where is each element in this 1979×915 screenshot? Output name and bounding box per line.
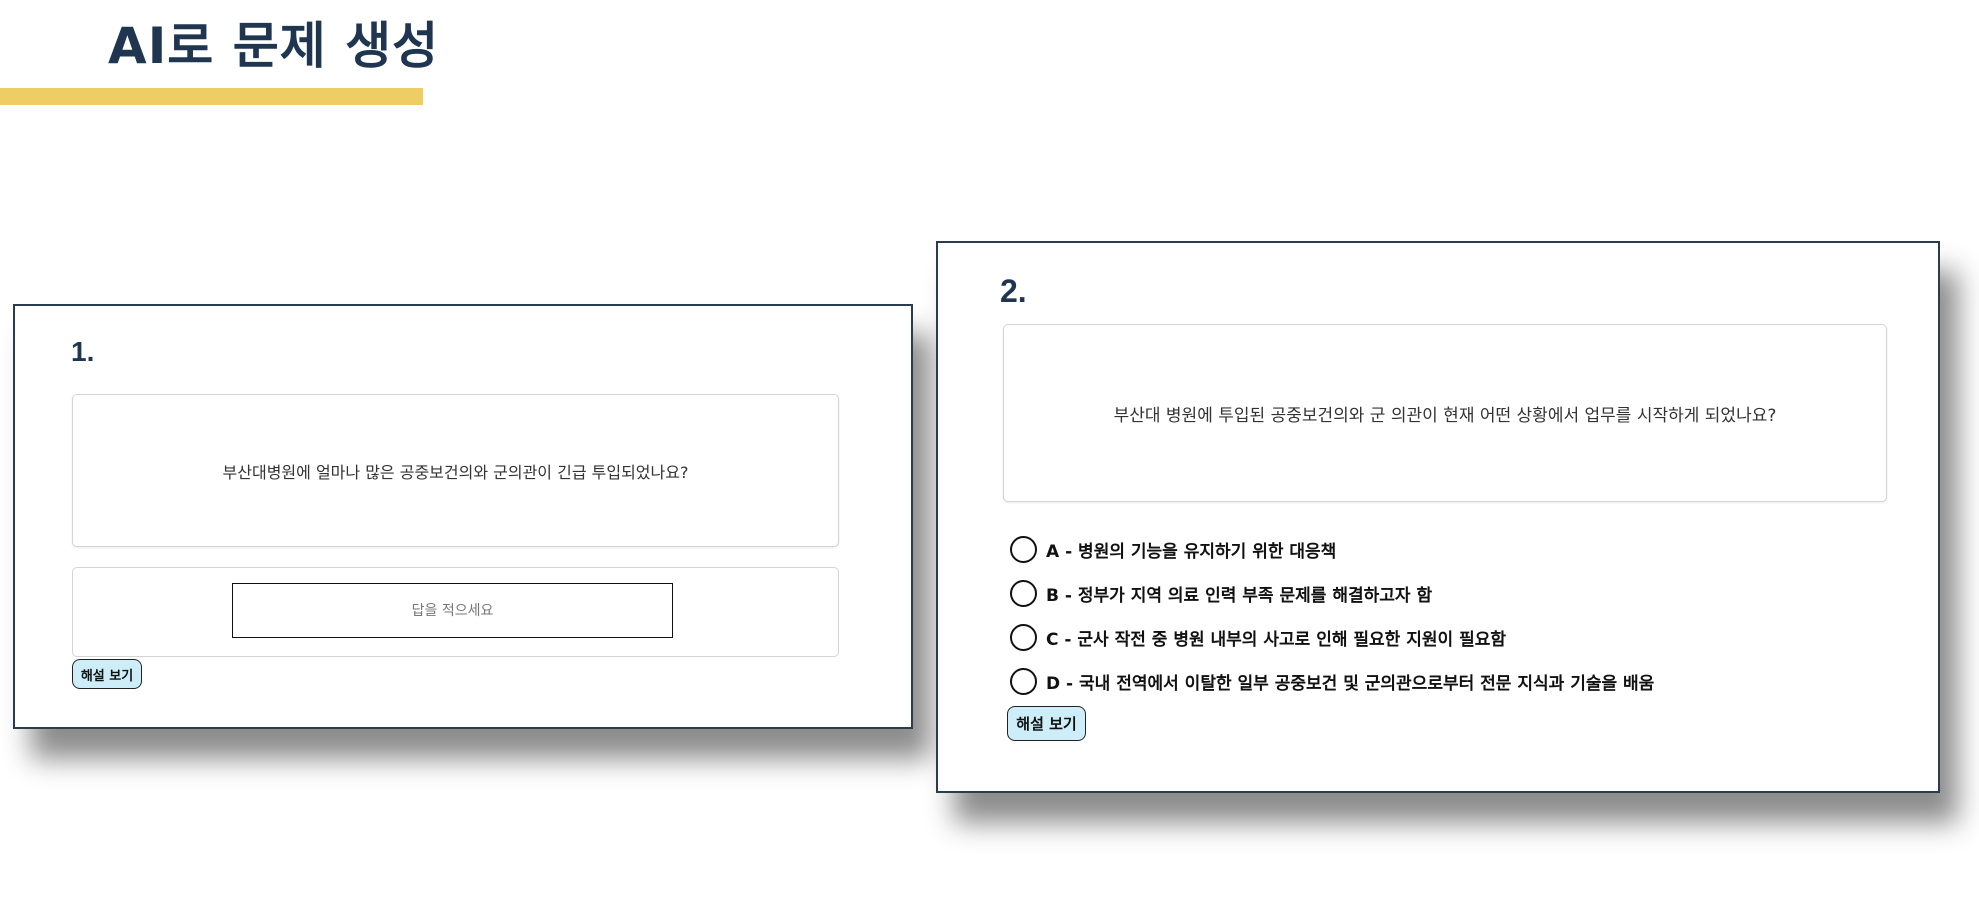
explanation-button[interactable]: 해설 보기: [1007, 706, 1086, 741]
option-a[interactable]: A - 병원의 기능을 유지하기 위한 대응책: [1010, 527, 1654, 571]
title-underline: [0, 88, 423, 105]
radio-button[interactable]: [1010, 579, 1037, 607]
page-title: AI로 문제 생성: [108, 17, 440, 75]
question-text-box: 부산대병원에 얼마나 많은 공중보건의와 군의관이 긴급 투입되었나요?: [72, 394, 839, 547]
question-text: 부산대병원에 얼마나 많은 공중보건의와 군의관이 긴급 투입되었나요?: [222, 462, 689, 482]
explanation-button[interactable]: 해설 보기: [72, 659, 142, 689]
question-text-box: 부산대 병원에 투입된 공중보건의와 군 의관이 현재 어떤 상황에서 업무를 …: [1003, 324, 1887, 502]
radio-button[interactable]: [1010, 623, 1037, 651]
option-label: B - 정부가 지역 의료 인력 부족 문제를 해결하고자 함: [1046, 585, 1433, 606]
answer-container: [72, 567, 839, 657]
option-label: A - 병원의 기능을 유지하기 위한 대응책: [1046, 541, 1337, 562]
question-number: 2.: [1000, 273, 1027, 309]
answer-input[interactable]: [232, 583, 673, 638]
option-label: D - 국내 전역에서 이탈한 일부 공중보건 및 군의관으로부터 전문 지식과…: [1046, 673, 1655, 694]
answer-options: A - 병원의 기능을 유지하기 위한 대응책 B - 정부가 지역 의료 인력…: [1010, 527, 1654, 703]
radio-button[interactable]: [1010, 535, 1037, 563]
question-text: 부산대 병원에 투입된 공중보건의와 군 의관이 현재 어떤 상황에서 업무를 …: [1113, 405, 1777, 426]
question-number: 1.: [71, 336, 95, 367]
question-card-1: 1. 부산대병원에 얼마나 많은 공중보건의와 군의관이 긴급 투입되었나요? …: [13, 304, 913, 729]
option-b[interactable]: B - 정부가 지역 의료 인력 부족 문제를 해결하고자 함: [1010, 571, 1654, 615]
option-c[interactable]: C - 군사 작전 중 병원 내부의 사고로 인해 필요한 지원이 필요함: [1010, 615, 1654, 659]
option-label: C - 군사 작전 중 병원 내부의 사고로 인해 필요한 지원이 필요함: [1046, 629, 1506, 650]
option-d[interactable]: D - 국내 전역에서 이탈한 일부 공중보건 및 군의관으로부터 전문 지식과…: [1010, 659, 1654, 703]
question-card-2: 2. 부산대 병원에 투입된 공중보건의와 군 의관이 현재 어떤 상황에서 업…: [936, 241, 1940, 793]
radio-button[interactable]: [1010, 667, 1037, 695]
